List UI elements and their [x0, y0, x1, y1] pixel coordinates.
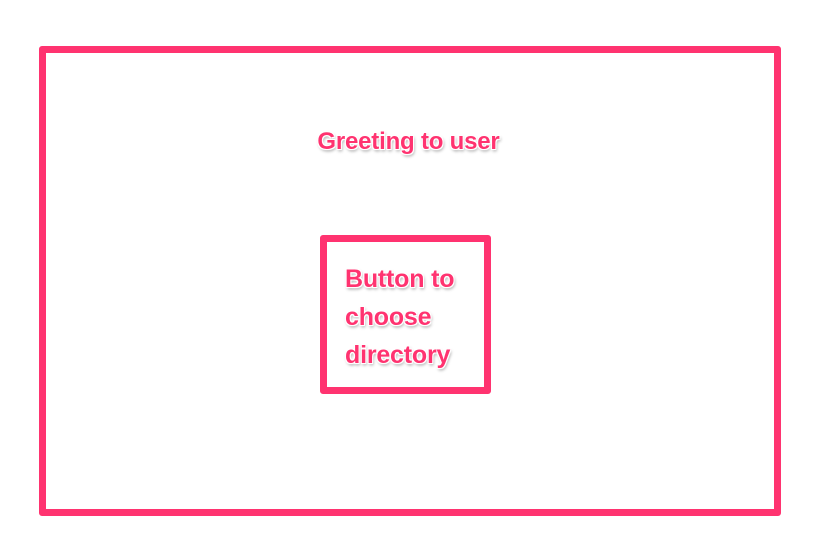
wireframe-canvas: Greeting to user Button to choose direct… [0, 0, 817, 544]
button-label: Button to choose directory [345, 260, 485, 374]
greeting-label: Greeting to user [317, 128, 500, 155]
button-label-line: choose [345, 303, 432, 331]
button-label-line: Button to [345, 265, 455, 293]
button-label-line: directory [345, 341, 451, 369]
choose-directory-button-placeholder[interactable]: Button to choose directory [320, 235, 491, 394]
